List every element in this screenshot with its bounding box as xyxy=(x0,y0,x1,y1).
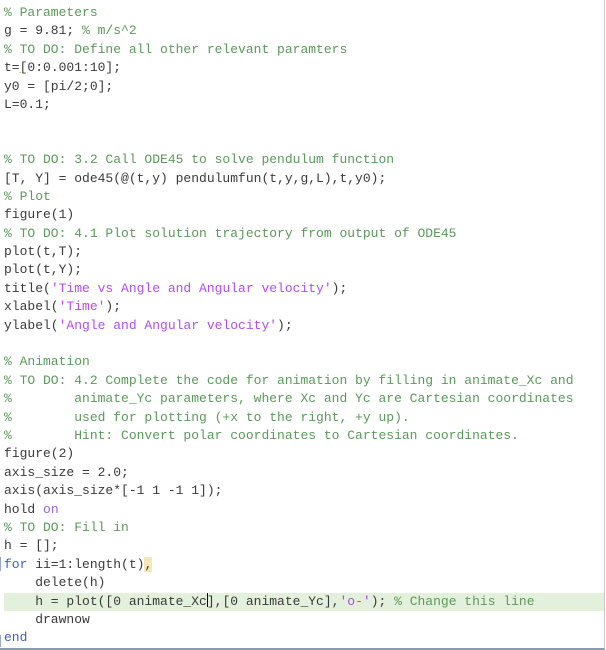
code-line[interactable]: % TO DO: 3.2 Call ODE45 to solve pendulu… xyxy=(4,151,604,169)
keyword-token: for xyxy=(4,556,28,572)
code-line[interactable]: % Parameters xyxy=(4,4,604,22)
code-token: xlabel( xyxy=(4,299,59,315)
code-line[interactable]: L=0.1; xyxy=(4,96,604,114)
code-line-current[interactable]: h = plot([0 animate_Xc],[0 animate_Yc],'… xyxy=(4,592,604,611)
code-line[interactable]: % TO DO: 4.2 Complete the code for anima… xyxy=(4,372,604,390)
comment-token: % Parameters xyxy=(4,5,98,20)
code-token: [T, Y] = ode45(@(t,y) pendulumfun(t,y,g,… xyxy=(4,170,387,186)
code-line[interactable] xyxy=(4,114,604,132)
code-token: y0 = [pi/2;0]; xyxy=(4,78,114,94)
code-token: hold xyxy=(4,501,44,517)
comment-token: % TO DO: Fill in xyxy=(4,519,129,535)
code-line[interactable]: axis_size = 2.0; xyxy=(4,464,604,482)
code-line[interactable]: hold on xyxy=(4,501,604,519)
string-literal: 'Time' xyxy=(58,299,106,315)
code-token: axis(axis_size*[-1 1 -1 1]); xyxy=(4,483,223,499)
code-line[interactable]: plot(t,Y); xyxy=(4,261,604,279)
code-line[interactable]: plot(t,T); xyxy=(4,243,604,261)
keyword-token: end xyxy=(4,630,28,646)
comment-token: % Change this line xyxy=(394,593,535,609)
code-editor[interactable]: % Parameters g = 9.81; % m/s^2% TO DO: De… xyxy=(0,0,605,650)
comment-token: % Hint: Convert polar coordinates to Car… xyxy=(4,427,519,443)
comment-token: % Animation xyxy=(4,354,90,370)
code-token: ],[0 animate_Yc], xyxy=(206,593,340,609)
comment-token: % TO DO: Define all other relevant param… xyxy=(4,41,348,57)
code-token: delete(h) xyxy=(4,575,106,591)
code-line[interactable]: % TO DO: Define all other relevant param… xyxy=(4,41,604,59)
code-line[interactable]: end xyxy=(4,629,604,647)
code-line[interactable]: g = 9.81; % m/s^2 xyxy=(4,22,604,40)
code-token: L=0.1; xyxy=(4,96,51,112)
comment-token: % TO DO: 4.1 Plot solution trajectory fr… xyxy=(4,225,457,241)
code-line[interactable]: % Plot xyxy=(4,188,604,206)
code-token: title( xyxy=(4,280,51,296)
code-token: g = 9.81; xyxy=(4,23,83,39)
code-token: h = plot([0 animate_Xc xyxy=(4,593,207,609)
code-line[interactable]: xlabel('Time'); xyxy=(4,298,604,316)
code-area[interactable]: % Parameters g = 9.81; % m/s^2% TO DO: De… xyxy=(4,4,604,648)
code-token: ); xyxy=(331,280,348,296)
code-line[interactable]: figure(1) xyxy=(4,206,604,224)
code-line[interactable]: % TO DO: Fill in xyxy=(4,519,604,537)
code-line[interactable] xyxy=(4,335,604,353)
code-line[interactable]: % TO DO: 4.1 Plot solution trajectory fr… xyxy=(4,225,604,243)
code-line[interactable] xyxy=(4,133,604,151)
comment-token: % TO DO: 4.2 Complete the code for anima… xyxy=(4,372,574,388)
code-token: h = []; xyxy=(4,538,59,554)
code-line[interactable]: y0 = [pi/2;0]; xyxy=(4,78,604,96)
code-token-warning: , xyxy=(144,556,153,572)
comment-token: % m/s^2 xyxy=(82,23,137,39)
string-literal: 'Time vs Angle and Angular velocity' xyxy=(50,280,332,296)
comment-token: % used for plotting (+x to the right, +y… xyxy=(4,409,410,425)
fold-indicator-for xyxy=(0,557,1,571)
comment-token: % TO DO: 3.2 Call ODE45 to solve pendulu… xyxy=(4,152,395,168)
code-line[interactable]: % Hint: Convert polar coordinates to Car… xyxy=(4,427,604,445)
code-token: figure(1) xyxy=(4,207,75,223)
code-line[interactable]: % Animation xyxy=(4,353,604,371)
string-literal: 'o-' xyxy=(339,593,371,609)
code-line[interactable]: % used for plotting (+x to the right, +y… xyxy=(4,409,604,427)
fold-indicator-end xyxy=(0,635,1,647)
code-token: ); xyxy=(277,317,293,333)
code-token: 0:0.001:10]; xyxy=(27,60,122,76)
code-line[interactable]: delete(h) xyxy=(4,574,604,592)
code-token: t= xyxy=(4,60,20,76)
code-line[interactable]: for ii=1:length(t), xyxy=(4,556,604,574)
string-literal: 'Angle and Angular velocity' xyxy=(58,317,278,333)
code-line[interactable]: t=[0:0.001:10]; xyxy=(4,59,604,77)
code-line[interactable]: title('Time vs Angle and Angular velocit… xyxy=(4,280,604,298)
code-token: plot(t,T); xyxy=(4,244,83,260)
keyword-token: on xyxy=(43,501,59,517)
comment-token: % animate_Yc parameters, where Xc and Yc… xyxy=(4,391,574,407)
code-token: ylabel( xyxy=(4,317,59,333)
code-line[interactable]: [T, Y] = ode45(@(t,y) pendulumfun(t,y,g,… xyxy=(4,170,604,188)
code-line[interactable]: h = []; xyxy=(4,537,604,555)
code-token: ); xyxy=(105,299,122,315)
code-token: axis_size = 2.0; xyxy=(4,464,129,480)
code-token: ); xyxy=(370,593,395,609)
code-line[interactable]: figure(2) xyxy=(4,445,604,463)
code-line[interactable]: ylabel('Angle and Angular velocity'); xyxy=(4,317,604,335)
code-line[interactable]: % animate_Yc parameters, where Xc and Yc… xyxy=(4,390,604,408)
code-token: drawnow xyxy=(4,611,90,627)
code-line[interactable]: drawnow xyxy=(4,611,604,629)
code-token: ii=1:length(t) xyxy=(27,556,145,572)
comment-token: % Plot xyxy=(4,188,51,204)
code-line[interactable]: axis(axis_size*[-1 1 -1 1]); xyxy=(4,482,604,500)
code-token: plot(t,Y); xyxy=(4,262,83,278)
code-token: figure(2) xyxy=(4,446,75,462)
